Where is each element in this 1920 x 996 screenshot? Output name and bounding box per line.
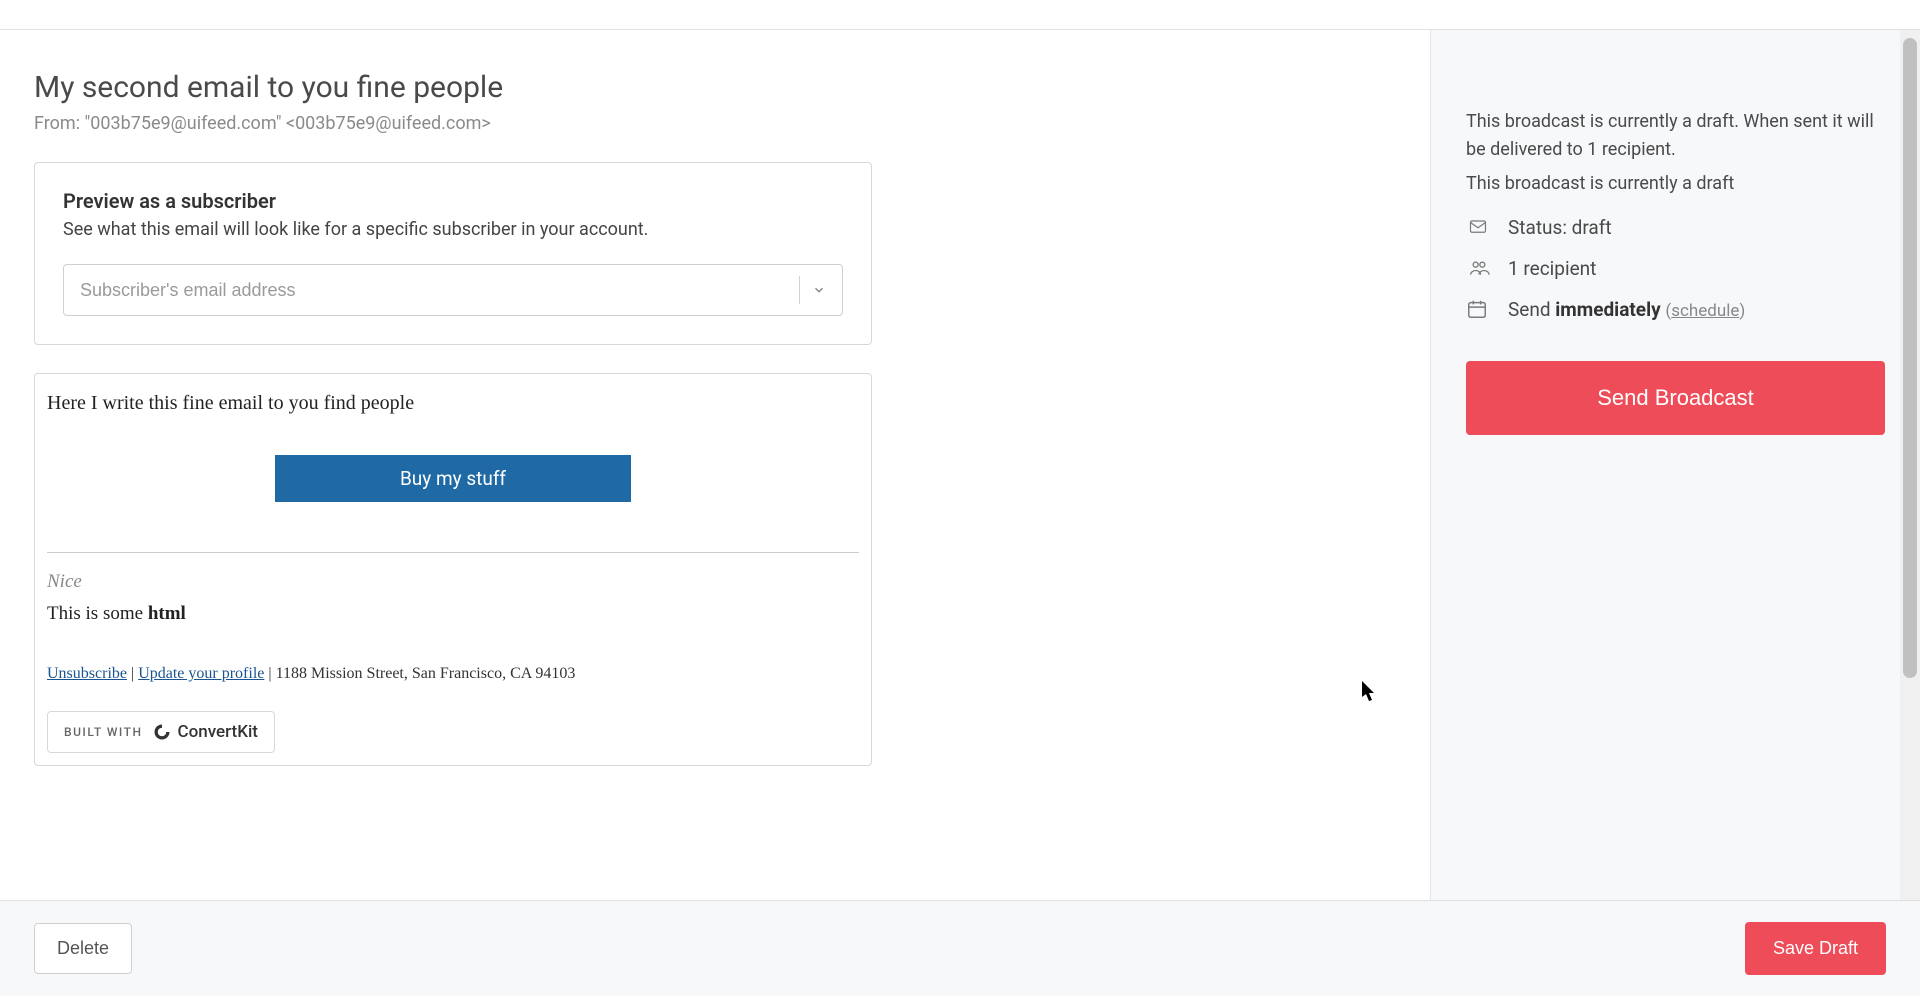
editor-column: My second email to you fine people From:… [0, 30, 1430, 900]
preview-description: See what this email will look like for a… [63, 219, 843, 240]
convertkit-logo-text: ConvertKit [177, 722, 257, 742]
scrollbar[interactable] [1900, 30, 1920, 900]
scrollbar-thumb[interactable] [1903, 38, 1917, 678]
users-icon [1466, 257, 1494, 279]
sidebar-intro2: This broadcast is currently a draft [1466, 170, 1885, 198]
envelope-icon [1466, 216, 1494, 238]
save-draft-button[interactable]: Save Draft [1745, 922, 1886, 975]
select-divider [799, 276, 800, 304]
email-preview-pane: Here I write this fine email to you find… [34, 373, 872, 766]
chevron-down-icon[interactable] [812, 283, 826, 297]
email-body-text: Here I write this fine email to you find… [47, 392, 859, 415]
unsubscribe-link[interactable]: Unsubscribe [47, 665, 127, 682]
recipients-label: 1 recipient [1508, 257, 1596, 280]
update-profile-link[interactable]: Update your profile [138, 665, 264, 682]
send-schedule-text: Send immediately (schedule) [1508, 298, 1745, 321]
footer-html-text: This is some html [47, 603, 859, 625]
preview-title: Preview as a subscriber [63, 189, 843, 213]
email-title: My second email to you fine people [34, 70, 1396, 105]
schedule-link[interactable]: schedule [1671, 301, 1739, 321]
calendar-icon [1466, 298, 1494, 320]
built-with-label: BUILT WITH [64, 725, 142, 739]
status-row: Status: draft [1466, 216, 1885, 239]
status-label: Status: draft [1508, 216, 1612, 239]
email-from: From: "003b75e9@uifeed.com" <003b75e9@ui… [34, 113, 1396, 134]
subscriber-email-input[interactable] [80, 280, 787, 301]
schedule-row: Send immediately (schedule) [1466, 298, 1885, 321]
cta-button[interactable]: Buy my stuff [275, 455, 631, 502]
footer-nice-text: Nice [47, 571, 859, 593]
top-bar [0, 0, 1920, 30]
recipients-row: 1 recipient [1466, 257, 1885, 280]
convertkit-logo-icon [152, 722, 172, 742]
footer-links: Unsubscribe | Update your profile | 1188… [47, 665, 859, 683]
footer-html-bold: html [148, 603, 186, 624]
subscriber-email-select[interactable] [63, 264, 843, 316]
footer-html-prefix: This is some [47, 603, 148, 624]
footer-address: 1188 Mission Street, San Francisco, CA 9… [276, 665, 576, 682]
preview-as-subscriber-box: Preview as a subscriber See what this em… [34, 162, 872, 345]
delete-button[interactable]: Delete [34, 923, 132, 974]
email-divider [47, 552, 859, 553]
built-with-badge[interactable]: BUILT WITH ConvertKit [47, 711, 275, 753]
send-broadcast-button[interactable]: Send Broadcast [1466, 361, 1885, 435]
bottom-bar: Delete Save Draft [0, 900, 1920, 996]
sidebar-intro: This broadcast is currently a draft. Whe… [1466, 108, 1885, 164]
convertkit-logo: ConvertKit [152, 722, 257, 742]
sidebar: This broadcast is currently a draft. Whe… [1430, 30, 1920, 900]
main-wrapper: My second email to you fine people From:… [0, 30, 1920, 900]
